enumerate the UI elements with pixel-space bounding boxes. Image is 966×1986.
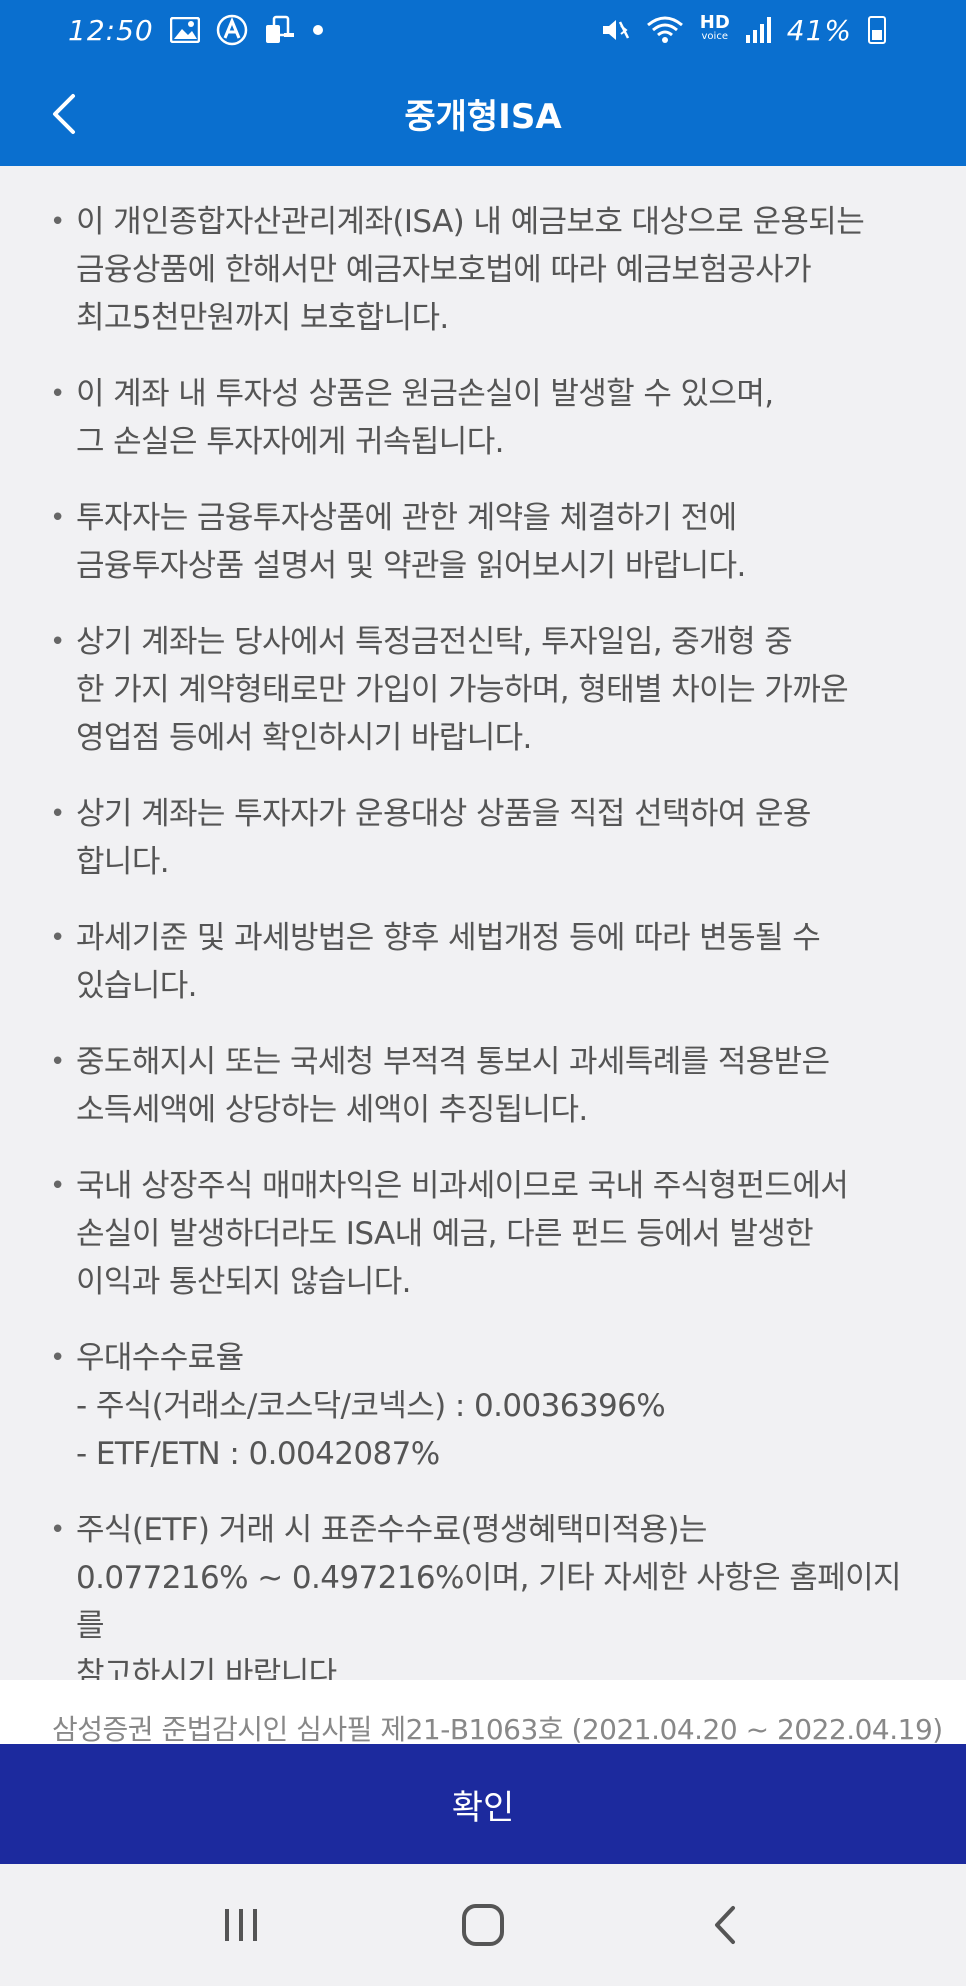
bullet-icon: •	[50, 1343, 65, 1373]
confirm-button[interactable]: 확인	[0, 1744, 966, 1864]
hd-voice-icon: HD voice	[699, 12, 730, 44]
notice-text: 주식(ETF) 거래 시 표준수수료(평생혜택미적용)는 0.077216% ~…	[76, 1512, 902, 1692]
status-left: 12:50	[68, 14, 324, 47]
notice-list: • 이 개인종합자산관리계좌(ISA) 내 예금보호 대상으로 운용되는 금융상품…	[50, 198, 906, 1698]
compliance-text: 삼성증권 준법감시인 심사필 제21-B1063호 (2021.04.20 ~ …	[52, 1713, 943, 1744]
battery-percent: 41%	[786, 13, 852, 47]
status-bar: 12:50 HD voice 41%	[0, 0, 966, 60]
bullet-icon: •	[50, 207, 65, 237]
notice-text: 이 계좌 내 투자성 상품은 원금손실이 발생할 수 있으며, 그 손실은 투자…	[76, 376, 774, 460]
signal-icon	[745, 17, 771, 43]
notice-item: • 국내 상장주식 매매차익은 비과세이므로 국내 주식형펀드에서 손실이 발생하…	[50, 1162, 906, 1306]
nav-back-button[interactable]	[685, 1885, 765, 1965]
notice-item: • 이 계좌 내 투자성 상품은 원금손실이 발생할 수 있으며, 그 손실은 투…	[50, 370, 906, 466]
bullet-icon: •	[50, 503, 65, 533]
notice-text: 상기 계좌는 투자자가 운용대상 상품을 직접 선택하여 운용 합니다.	[76, 796, 811, 880]
notice-text: 우대수수료율 - 주식(거래소/코스닥/코넥스) : 0.0036396% - …	[76, 1340, 666, 1472]
recent-apps-button[interactable]	[201, 1885, 281, 1965]
notice-item: • 투자자는 금융투자상품에 관한 계약을 체결하기 전에 금융투자상품 설명서 …	[50, 494, 906, 590]
top-bar: 12:50 HD voice 41% 중개형ISA	[0, 0, 966, 166]
chevron-left-icon	[53, 94, 75, 134]
home-button[interactable]	[443, 1885, 523, 1965]
notice-item: • 중도해지시 또는 국세청 부적격 통보시 과세특례를 적용받은 소득세액에 상…	[50, 1038, 906, 1134]
notice-text: 이 개인종합자산관리계좌(ISA) 내 예금보호 대상으로 운용되는 금융상품에…	[76, 204, 865, 336]
dot-icon	[312, 24, 324, 36]
hd-label: HD	[699, 12, 730, 33]
compliance-note: 삼성증권 준법감시인 심사필 제21-B1063호 (2021.04.20 ~ …	[0, 1680, 966, 1744]
notice-item: • 상기 계좌는 당사에서 특정금전신탁, 투자일임, 중개형 중 한 가지 계약…	[50, 618, 906, 762]
voice-label: voice	[701, 31, 728, 42]
home-icon	[462, 1904, 504, 1946]
back-icon	[715, 1906, 735, 1944]
bullet-icon: •	[50, 923, 65, 953]
wifi-icon	[646, 15, 684, 45]
battery-icon	[868, 16, 886, 44]
notice-item: • 주식(ETF) 거래 시 표준수수료(평생혜택미적용)는 0.077216% …	[50, 1506, 906, 1698]
notice-item: • 과세기준 및 과세방법은 향후 세법개정 등에 따라 변동될 수 있습니다.	[50, 914, 906, 1010]
mute-icon	[600, 16, 630, 44]
share-icon	[264, 15, 296, 45]
status-right: HD voice 41%	[600, 14, 886, 47]
notice-text: 과세기준 및 과세방법은 향후 세법개정 등에 따라 변동될 수 있습니다.	[76, 920, 821, 1004]
status-time: 12:50	[68, 13, 154, 47]
notice-text: 투자자는 금융투자상품에 관한 계약을 체결하기 전에 금융투자상품 설명서 및…	[76, 500, 746, 584]
notice-content[interactable]: • 이 개인종합자산관리계좌(ISA) 내 예금보호 대상으로 운용되는 금융상품…	[0, 166, 966, 1692]
back-button[interactable]	[36, 86, 92, 142]
system-nav-bar	[0, 1864, 966, 1986]
recent-apps-icon	[225, 1909, 257, 1941]
notice-item: • 상기 계좌는 투자자가 운용대상 상품을 직접 선택하여 운용 합니다.	[50, 790, 906, 886]
bullet-icon: •	[50, 1047, 65, 1077]
notice-item: • 이 개인종합자산관리계좌(ISA) 내 예금보호 대상으로 운용되는 금융상품…	[50, 198, 906, 342]
bullet-icon: •	[50, 379, 65, 409]
notice-text: 상기 계좌는 당사에서 특정금전신탁, 투자일임, 중개형 중 한 가지 계약형…	[76, 624, 849, 756]
bullet-icon: •	[50, 1515, 65, 1545]
page-title: 중개형ISA	[404, 96, 562, 137]
notice-text: 중도해지시 또는 국세청 부적격 통보시 과세특례를 적용받은 소득세액에 상당…	[76, 1044, 830, 1128]
image-icon	[169, 17, 200, 43]
notice-item: • 우대수수료율 - 주식(거래소/코스닥/코넥스) : 0.0036396% -…	[50, 1334, 906, 1478]
bullet-icon: •	[50, 799, 65, 829]
app-bar: 중개형ISA	[0, 60, 966, 166]
bullet-icon: •	[50, 627, 65, 657]
a-circle-icon	[216, 14, 248, 46]
notice-text: 국내 상장주식 매매차익은 비과세이므로 국내 주식형펀드에서 손실이 발생하더…	[76, 1168, 849, 1300]
bullet-icon: •	[50, 1171, 65, 1201]
